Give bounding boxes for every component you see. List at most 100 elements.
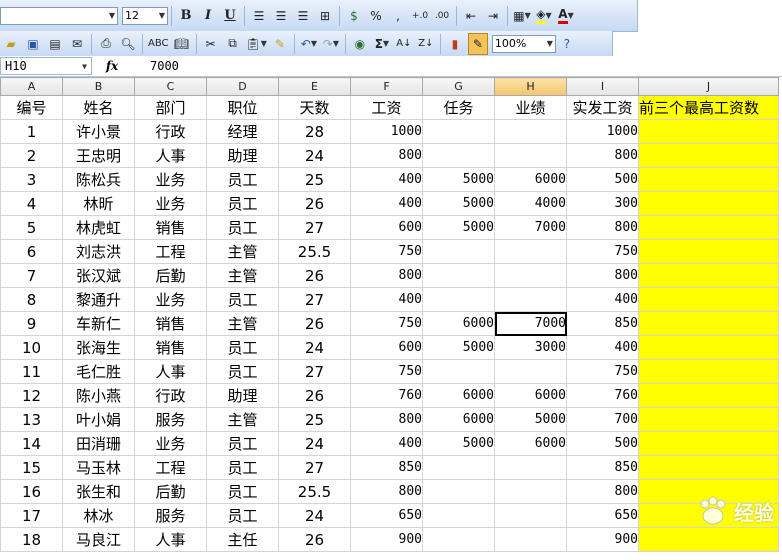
cell-e7[interactable]: 25.5 [278,239,351,264]
cell-j14[interactable] [638,407,779,432]
cell-d11[interactable]: 员工 [206,335,279,360]
cell-h4[interactable]: 6000 [494,167,567,192]
cell-j4[interactable] [638,167,779,192]
cell-h14[interactable]: 5000 [494,407,567,432]
cell-a13[interactable]: 12 [0,383,63,408]
cell-f5[interactable]: 400 [350,191,423,216]
cell-i7[interactable]: 750 [566,239,639,264]
column-header-a[interactable]: A [0,77,63,96]
drawing-button[interactable]: ✎ [467,32,488,55]
cell-j19[interactable] [638,527,779,552]
cell-i18[interactable]: 650 [566,503,639,528]
header-cell[interactable]: 工资 [350,95,423,120]
cell-g17[interactable] [422,479,495,504]
increase-indent-button[interactable]: ⇥ [484,6,502,26]
help-button[interactable]: ? [558,34,576,54]
name-box[interactable]: H10 ▼ [0,57,92,75]
cell-c4[interactable]: 业务 [134,167,207,192]
cell-j17[interactable] [638,479,779,504]
cell-e14[interactable]: 25 [278,407,351,432]
header-cell[interactable]: 实发工资 [566,95,639,120]
cell-h19[interactable] [494,527,567,552]
cell-e15[interactable]: 24 [278,431,351,456]
comma-button[interactable]: , [389,6,407,26]
cell-h17[interactable] [494,479,567,504]
cell-h18[interactable] [494,503,567,528]
cell-f9[interactable]: 400 [350,287,423,312]
cell-g14[interactable]: 6000 [422,407,495,432]
cell-f16[interactable]: 850 [350,455,423,480]
cell-b7[interactable]: 刘志洪 [62,239,135,264]
cell-f18[interactable]: 650 [350,503,423,528]
cell-b13[interactable]: 陈小燕 [62,383,135,408]
cell-i12[interactable]: 750 [566,359,639,384]
cell-j13[interactable] [638,383,779,408]
cell-c18[interactable]: 服务 [134,503,207,528]
cell-a5[interactable]: 4 [0,191,63,216]
cell-c13[interactable]: 行政 [134,383,207,408]
cell-b6[interactable]: 林虎虹 [62,215,135,240]
cell-a3[interactable]: 2 [0,143,63,168]
cell-h8[interactable] [494,263,567,288]
research-button[interactable]: 📖︎ [173,34,191,54]
cell-a15[interactable]: 14 [0,431,63,456]
cell-f17[interactable]: 800 [350,479,423,504]
cell-a12[interactable]: 11 [0,359,63,384]
save-button[interactable]: ▣ [24,34,42,54]
autosum-button[interactable]: Σ ▼ [373,34,391,54]
cell-j11[interactable] [638,335,779,360]
cell-j7[interactable] [638,239,779,264]
cell-b16[interactable]: 马玉林 [62,455,135,480]
cell-c8[interactable]: 后勤 [134,263,207,288]
cell-a10[interactable]: 9 [0,311,63,336]
cell-f10[interactable]: 750 [350,311,423,336]
cell-f3[interactable]: 800 [350,143,423,168]
cell-g13[interactable]: 6000 [422,383,495,408]
cell-i15[interactable]: 500 [566,431,639,456]
cell-i19[interactable]: 900 [566,527,639,552]
cell-a19[interactable]: 18 [0,527,63,552]
column-header-c[interactable]: C [134,77,207,96]
fill-color-button[interactable]: ◈ ▼ [535,6,553,26]
cell-d7[interactable]: 主管 [206,239,279,264]
cell-j16[interactable] [638,455,779,480]
cell-a8[interactable]: 7 [0,263,63,288]
cell-j2[interactable] [638,119,779,144]
cell-e8[interactable]: 26 [278,263,351,288]
cell-j6[interactable] [638,215,779,240]
header-cell[interactable]: 姓名 [62,95,135,120]
cell-g8[interactable] [422,263,495,288]
increase-decimal-button[interactable]: +.0 [411,6,429,26]
cell-h13[interactable]: 6000 [494,383,567,408]
cell-g2[interactable] [422,119,495,144]
font-color-button[interactable]: A ▼ [557,6,575,26]
cell-d14[interactable]: 主管 [206,407,279,432]
print-preview-button[interactable]: 🔍︎ [119,34,137,54]
cell-j18[interactable] [638,503,779,528]
cell-f13[interactable]: 760 [350,383,423,408]
cell-a2[interactable]: 1 [0,119,63,144]
cell-j3[interactable] [638,143,779,168]
cell-j12[interactable] [638,359,779,384]
cell-e9[interactable]: 27 [278,287,351,312]
cell-h2[interactable] [494,119,567,144]
cell-c6[interactable]: 销售 [134,215,207,240]
column-header-d[interactable]: D [206,77,279,96]
column-header-j[interactable]: J [638,77,779,96]
column-header-f[interactable]: F [350,77,423,96]
cell-f19[interactable]: 900 [350,527,423,552]
cell-d2[interactable]: 经理 [206,119,279,144]
cell-e11[interactable]: 24 [278,335,351,360]
paste-button[interactable]: 📋︎ ▼ [246,34,267,54]
header-cell[interactable]: 部门 [134,95,207,120]
cell-j5[interactable] [638,191,779,216]
cell-g6[interactable]: 5000 [422,215,495,240]
spelling-button[interactable]: ABC [148,34,169,54]
borders-button[interactable]: ▦ ▼ [513,6,531,26]
cell-g4[interactable]: 5000 [422,167,495,192]
zoom-combo[interactable]: 100% ▼ [491,34,556,53]
formula-input[interactable]: 7000 [132,59,179,73]
undo-button[interactable]: ↶ ▼ [300,34,318,54]
cell-c5[interactable]: 业务 [134,191,207,216]
cell-e3[interactable]: 24 [278,143,351,168]
